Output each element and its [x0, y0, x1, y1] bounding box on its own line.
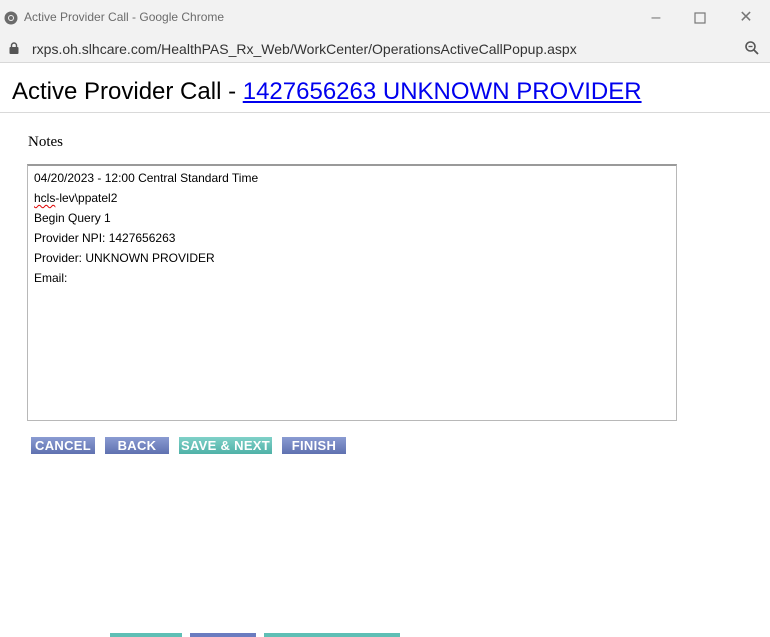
taskbar-strip: [110, 633, 182, 637]
maximize-icon[interactable]: [690, 8, 710, 28]
chrome-globe-icon: [4, 11, 18, 25]
spellcheck-word: hcls: [34, 191, 56, 205]
minimize-icon[interactable]: –: [646, 8, 666, 28]
note-line: Email:: [34, 271, 68, 285]
note-line: 04/20/2023 - 12:00 Central Standard Time: [34, 171, 259, 185]
notes-textarea[interactable]: 04/20/2023 - 12:00 Central Standard Time…: [27, 164, 677, 421]
browser-title-bar: Active Provider Call - Google Chrome – ✕: [0, 0, 770, 36]
page-title-prefix: Active Provider Call -: [12, 78, 243, 105]
save-next-button[interactable]: SAVE & NEXT: [179, 437, 272, 454]
provider-link[interactable]: 1427656263 UNKNOWN PROVIDER: [243, 78, 642, 105]
note-line: Begin Query 1: [34, 211, 111, 225]
heading-divider: [0, 112, 770, 113]
back-button[interactable]: BACK: [105, 437, 169, 454]
finish-button[interactable]: FINISH: [282, 437, 346, 454]
zoom-icon[interactable]: [744, 40, 760, 56]
page-title: Active Provider Call - 1427656263 UNKNOW…: [12, 78, 642, 106]
notes-label: Notes: [28, 134, 63, 150]
note-line: Provider: UNKNOWN PROVIDER: [34, 251, 215, 265]
taskbar-strip: [264, 633, 400, 637]
url-text[interactable]: rxps.oh.slhcare.com/HealthPAS_Rx_Web/Wor…: [32, 41, 577, 57]
taskbar-strip: [190, 633, 256, 637]
window-title: Active Provider Call - Google Chrome: [24, 10, 225, 24]
address-bar[interactable]: rxps.oh.slhcare.com/HealthPAS_Rx_Web/Wor…: [0, 36, 770, 63]
cancel-button[interactable]: CANCEL: [31, 437, 95, 454]
note-user-rest: -lev\ppatel2: [55, 191, 118, 205]
lock-icon: [9, 42, 19, 54]
note-line: Provider NPI: 1427656263: [34, 231, 176, 245]
note-line-user: hcls-lev\ppatel2: [34, 191, 670, 211]
close-icon[interactable]: ✕: [736, 8, 756, 28]
